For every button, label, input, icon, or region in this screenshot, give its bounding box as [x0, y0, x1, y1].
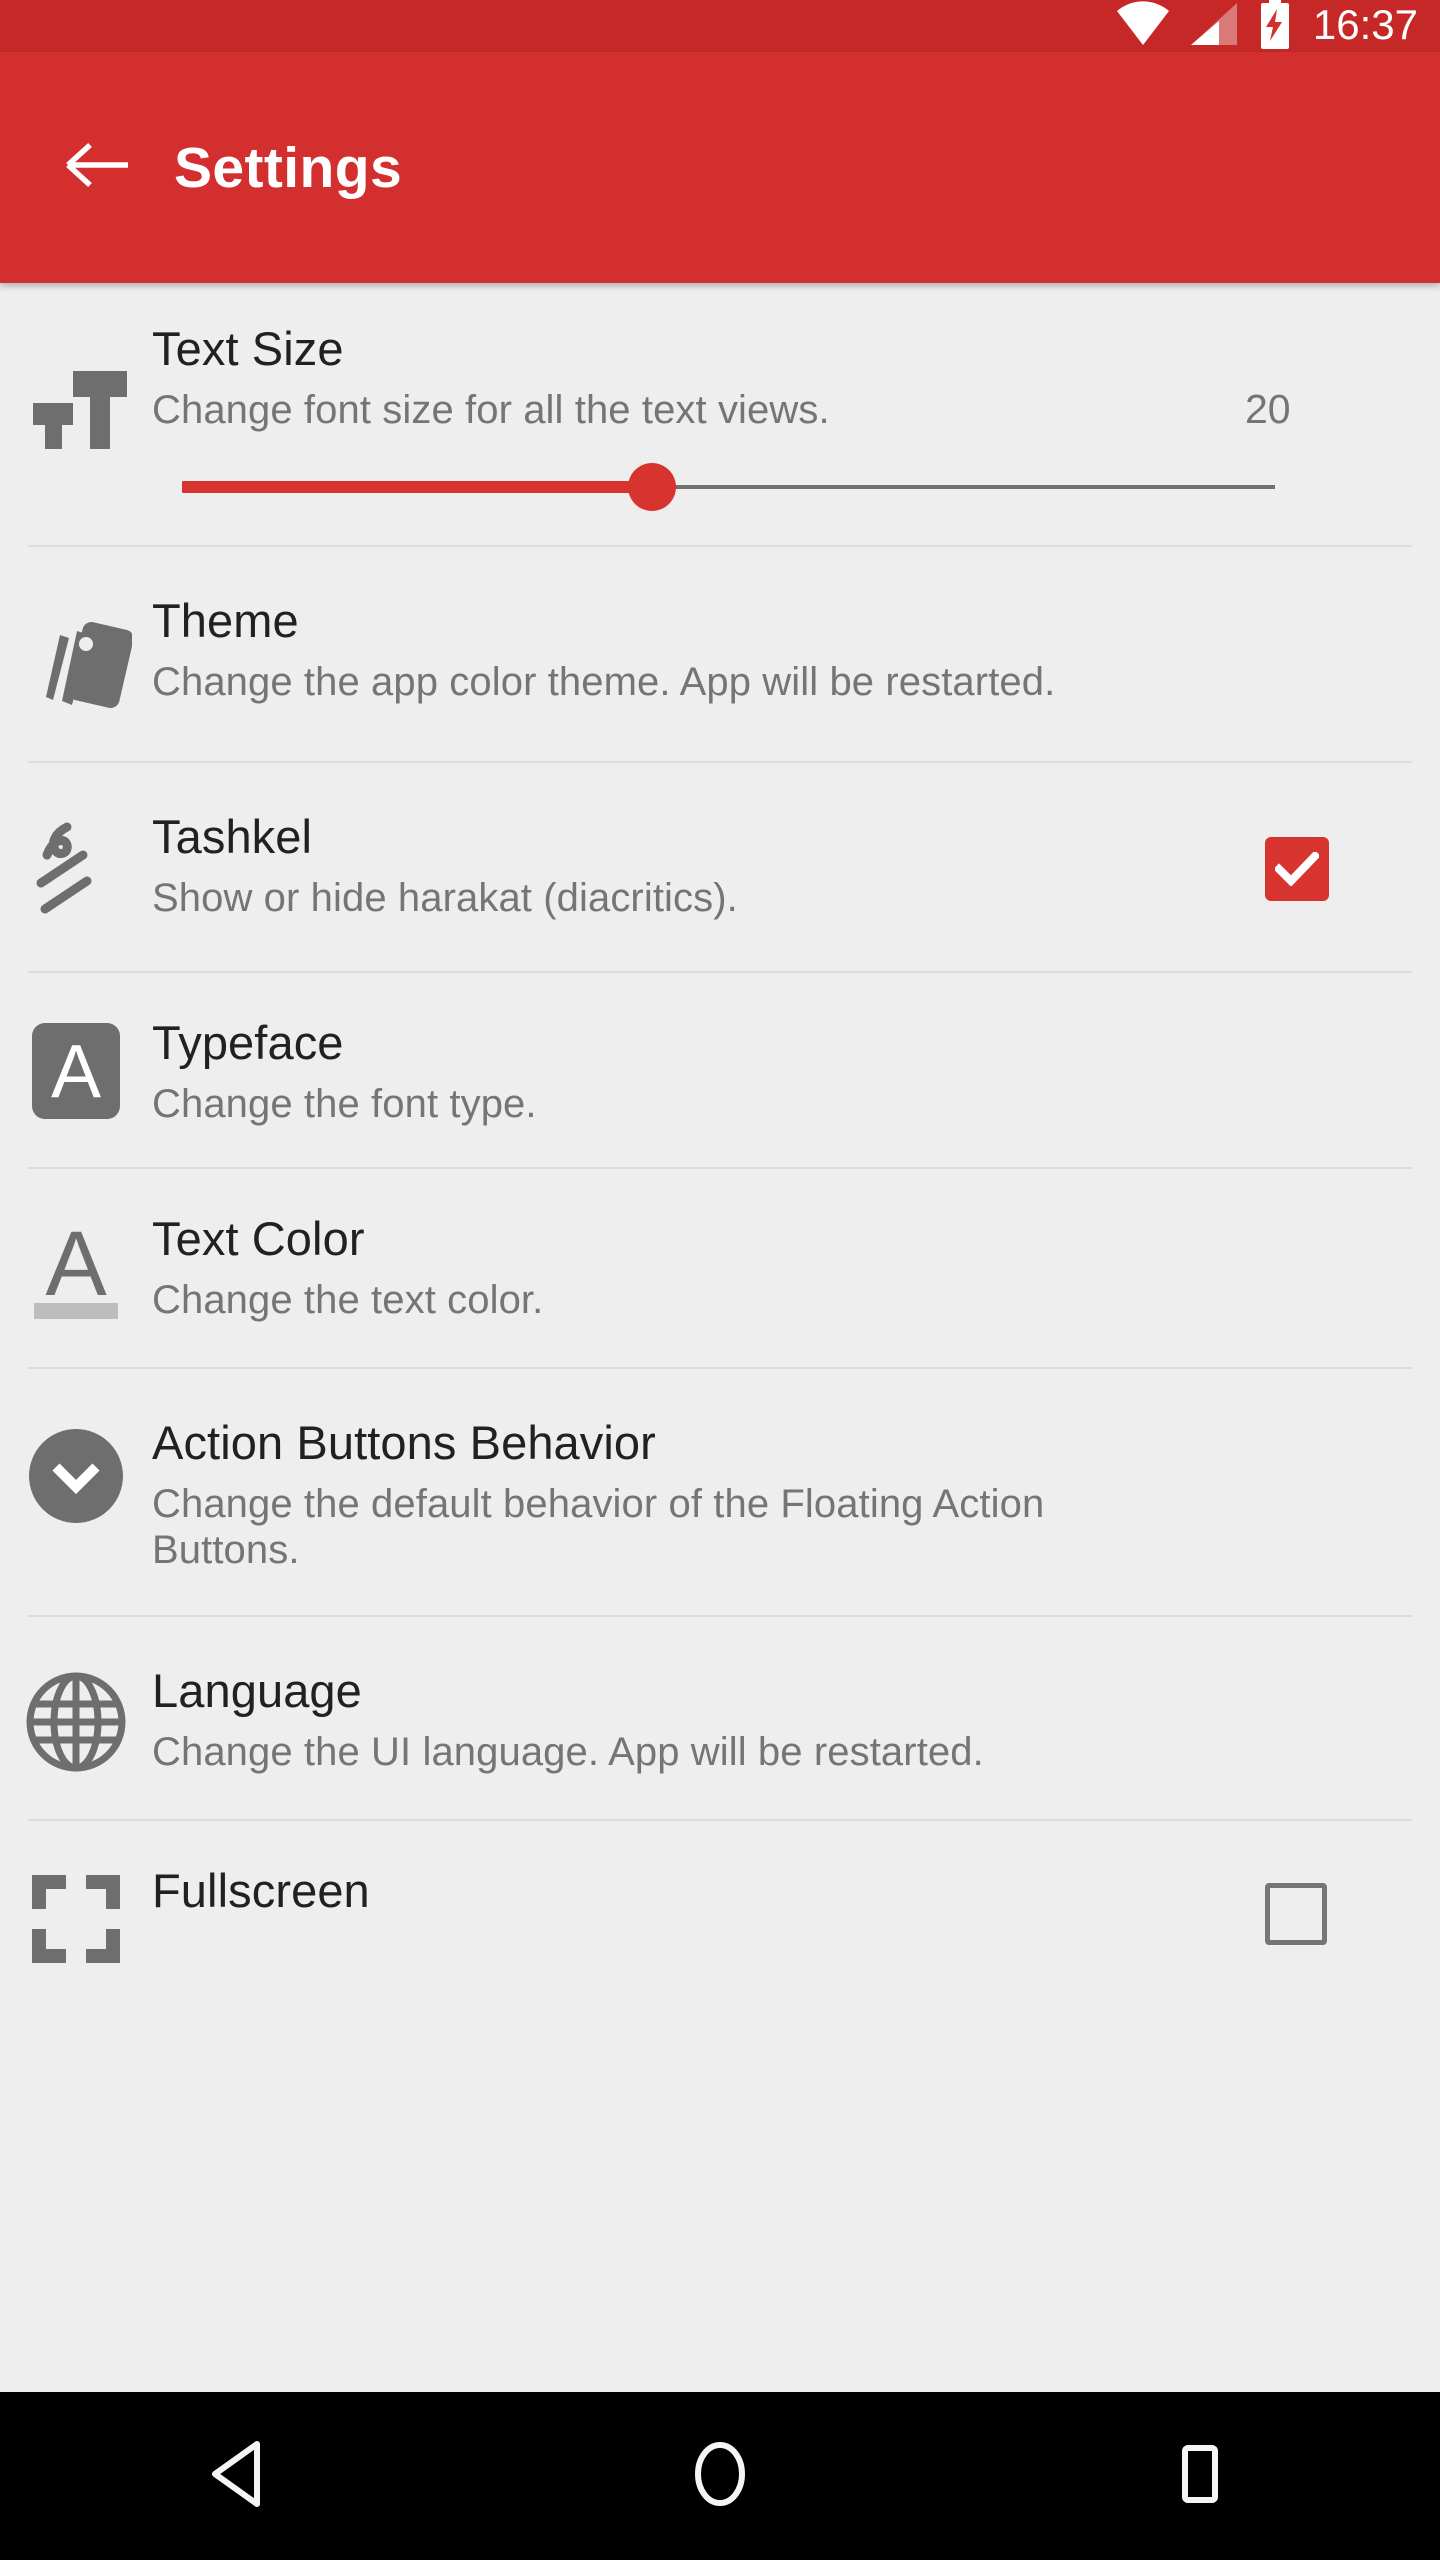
settings-row-fullscreen[interactable]: Fullscreen — [0, 1821, 1440, 2009]
text-size-value: 20 — [1245, 386, 1291, 432]
status-bar: 16:37 — [0, 0, 1440, 52]
language-body: Language Change the UI language. App wil… — [152, 1661, 1440, 1775]
slider-thumb[interactable] — [627, 463, 676, 512]
cellular-signal-icon — [1189, 1, 1239, 52]
text-size-icon — [0, 319, 152, 463]
svg-text:A: A — [45, 1217, 107, 1315]
android-navigation-bar — [0, 2392, 1440, 2560]
row-subtitle: Show or hide harakat (diacritics). — [152, 875, 738, 920]
row-title: Theme — [152, 594, 299, 648]
row-subtitle: Change the UI language. App will be rest… — [152, 1730, 984, 1775]
settings-list[interactable]: Text Size Change font size for all the t… — [0, 283, 1440, 2392]
nav-recents-button[interactable] — [1100, 2392, 1300, 2560]
app-bar: Settings — [0, 52, 1440, 283]
page-title: Settings — [174, 135, 403, 200]
fullscreen-body: Fullscreen — [152, 1861, 1265, 1918]
status-bar-icons — [1115, 0, 1293, 54]
wifi-icon — [1115, 0, 1171, 52]
row-subtitle: Change the font type. — [152, 1081, 537, 1126]
check-icon — [1275, 852, 1319, 887]
nav-home-circle-icon — [689, 2441, 751, 2512]
status-bar-clock: 16:37 — [1312, 1, 1418, 48]
row-title: Text Size — [152, 322, 344, 375]
row-title: Language — [152, 1664, 362, 1718]
text-color-a-icon: A — [0, 1209, 152, 1325]
settings-row-text-size[interactable]: Text Size Change font size for all the t… — [0, 283, 1440, 545]
text-size-value-wrap: 20 — [1245, 323, 1420, 433]
color-palette-icon — [0, 591, 152, 721]
settings-row-action-buttons-behavior[interactable]: Action Buttons Behavior Change the defau… — [0, 1369, 1440, 1615]
tashkel-checkbox[interactable] — [1265, 837, 1329, 902]
tashkel-diacritics-icon — [0, 807, 152, 929]
row-subtitle: Change the text color. — [152, 1277, 544, 1322]
typeface-a-square-icon: A — [0, 1013, 152, 1121]
settings-row-text-color[interactable]: A Text Color Change the text color. — [0, 1169, 1440, 1367]
tashkel-control-wrap — [1265, 807, 1440, 902]
svg-text:A: A — [51, 1029, 101, 1113]
settings-row-typeface[interactable]: A Typeface Change the font type. — [0, 973, 1440, 1167]
theme-body: Theme Change the app color theme. App wi… — [152, 591, 1440, 705]
tashkel-body: Tashkel Show or hide harakat (diacritics… — [152, 807, 1265, 921]
fullscreen-checkbox[interactable] — [1265, 1883, 1327, 1946]
battery-charging-icon — [1257, 0, 1293, 54]
text-size-headline: Text Size Change font size for all the t… — [152, 322, 1420, 433]
text-size-body: Text Size Change font size for all the t… — [152, 319, 1440, 515]
row-title: Text Color — [152, 1212, 365, 1266]
globe-icon — [0, 1661, 152, 1773]
chevron-down-circle-icon — [0, 1413, 152, 1525]
row-title: Fullscreen — [152, 1864, 370, 1918]
row-title: Tashkel — [152, 810, 313, 864]
nav-home-button[interactable] — [620, 2392, 820, 2560]
back-button[interactable] — [42, 113, 152, 223]
settings-row-theme[interactable]: Theme Change the app color theme. App wi… — [0, 547, 1440, 761]
fullscreen-corners-icon — [0, 1861, 152, 1969]
nav-recents-square-icon — [1172, 2442, 1228, 2511]
fullscreen-control-wrap — [1265, 1861, 1440, 1946]
row-title: Typeface — [152, 1016, 344, 1070]
settings-row-language[interactable]: Language Change the UI language. App wil… — [0, 1617, 1440, 1819]
text-color-body: Text Color Change the text color. — [152, 1209, 1440, 1323]
action-buttons-body: Action Buttons Behavior Change the defau… — [152, 1413, 1440, 1573]
nav-back-button[interactable] — [140, 2392, 340, 2560]
android-settings-screen: 16:37 Settings Text Size Change font siz… — [0, 0, 1440, 2560]
row-subtitle: Change the default behavior of the Float… — [152, 1481, 1045, 1573]
arrow-left-icon — [64, 139, 130, 196]
text-size-slider[interactable] — [182, 459, 1275, 515]
row-subtitle: Change font size for all the text views. — [152, 387, 830, 432]
typeface-body: Typeface Change the font type. — [152, 1013, 1440, 1127]
row-subtitle: Change the app color theme. App will be … — [152, 659, 1056, 704]
settings-row-tashkel[interactable]: Tashkel Show or hide harakat (diacritics… — [0, 763, 1440, 971]
row-title: Action Buttons Behavior — [152, 1416, 656, 1470]
slider-track-fill — [182, 481, 652, 494]
nav-back-triangle-icon — [209, 2440, 271, 2512]
